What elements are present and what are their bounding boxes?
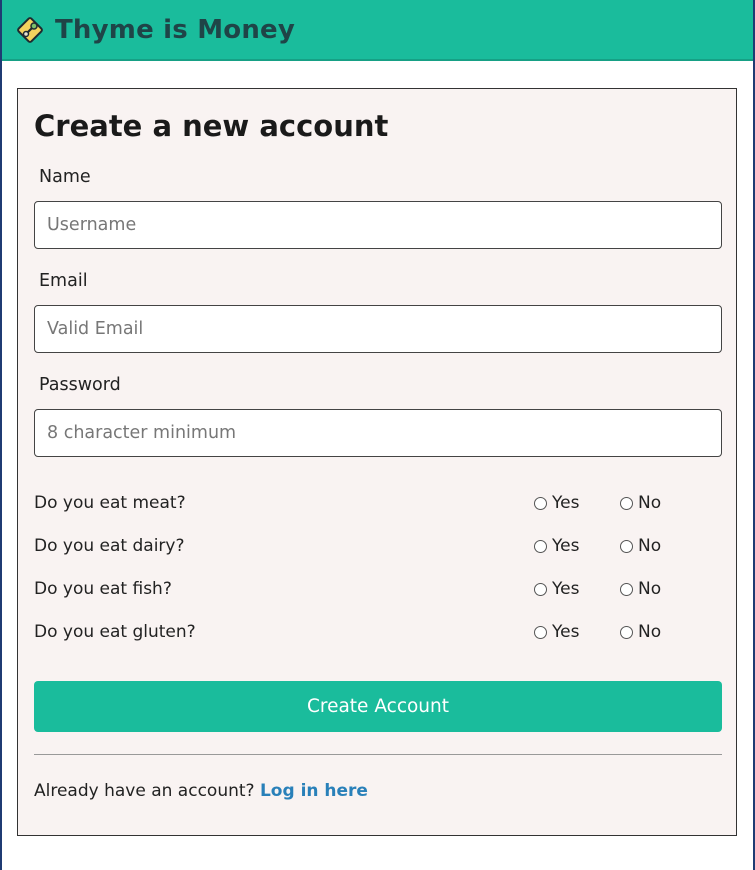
question-text: Do you eat meat? — [34, 493, 186, 513]
page-title: Create a new account — [34, 109, 389, 143]
meat-yes-option[interactable]: Yes — [534, 493, 579, 513]
gluten-yes-option[interactable]: Yes — [534, 622, 579, 642]
question-row-fish: Do you eat fish? Yes No — [34, 576, 722, 602]
divider — [34, 754, 722, 755]
herb-logo-icon[interactable] — [15, 15, 45, 45]
question-row-gluten: Do you eat gluten? Yes No — [34, 619, 722, 645]
option-label: No — [638, 622, 662, 642]
option-label: No — [638, 493, 662, 513]
option-label: No — [638, 579, 662, 599]
meat-no-option[interactable]: No — [620, 493, 661, 513]
question-text: Do you eat fish? — [34, 579, 172, 599]
name-label: Name — [39, 167, 91, 187]
login-prompt: Already have an account? Log in here — [34, 781, 368, 801]
gluten-no-option[interactable]: No — [620, 622, 661, 642]
brand-title[interactable]: Thyme is Money — [55, 15, 295, 45]
question-row-meat: Do you eat meat? Yes No — [34, 490, 722, 516]
question-row-dairy: Do you eat dairy? Yes No — [34, 533, 722, 559]
radio-icon[interactable] — [534, 496, 547, 510]
option-label: Yes — [552, 622, 580, 642]
question-text: Do you eat dairy? — [34, 536, 185, 556]
email-input[interactable] — [34, 305, 722, 353]
radio-icon[interactable] — [620, 582, 633, 596]
radio-icon[interactable] — [534, 582, 547, 596]
signup-card: Create a new account Name Email Password… — [17, 88, 737, 836]
radio-icon[interactable] — [534, 539, 547, 553]
option-label: Yes — [552, 493, 580, 513]
email-label: Email — [39, 271, 88, 291]
question-text: Do you eat gluten? — [34, 622, 196, 642]
fish-yes-option[interactable]: Yes — [534, 579, 579, 599]
dairy-no-option[interactable]: No — [620, 536, 661, 556]
navbar: Thyme is Money — [2, 0, 753, 61]
fish-no-option[interactable]: No — [620, 579, 661, 599]
login-link[interactable]: Log in here — [260, 781, 368, 801]
password-label: Password — [39, 375, 121, 395]
option-label: Yes — [552, 579, 580, 599]
username-input[interactable] — [34, 201, 722, 249]
radio-icon[interactable] — [620, 625, 633, 639]
radio-icon[interactable] — [620, 496, 633, 510]
login-prompt-text: Already have an account? — [34, 781, 260, 801]
create-account-button[interactable]: Create Account — [34, 681, 722, 732]
dairy-yes-option[interactable]: Yes — [534, 536, 579, 556]
radio-icon[interactable] — [620, 539, 633, 553]
option-label: Yes — [552, 536, 580, 556]
radio-icon[interactable] — [534, 625, 547, 639]
option-label: No — [638, 536, 662, 556]
password-input[interactable] — [34, 409, 722, 457]
